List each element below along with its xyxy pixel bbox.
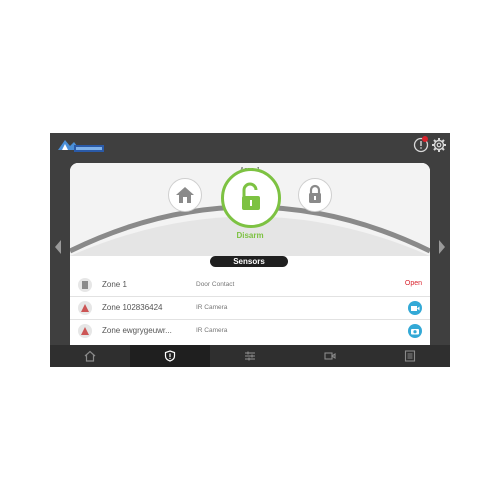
next-area-arrow[interactable] [438,238,446,256]
sensor-name: Zone 102836424 [102,303,163,312]
brand-logo-icon [58,140,104,152]
disarm-label: Disarm [236,231,264,240]
lock-icon [309,184,321,203]
arming-area: Area 1 Disarm [70,163,430,256]
camera-icon [411,329,419,335]
security-panel-app: Area 1 Disarm [50,133,450,369]
alert-badge [422,136,428,142]
list-icon [404,350,416,362]
tab-home[interactable] [50,345,130,367]
gear-icon[interactable] [431,137,447,153]
sensor-row[interactable]: Zone 1 Door Contact Open [70,274,430,297]
tab-controls[interactable] [210,345,290,367]
disarm-mode-button[interactable] [221,168,281,228]
ir-camera-icon [78,324,92,338]
home-icon [176,187,194,203]
video-camera-icon [411,306,420,311]
main-panel: Area 1 Disarm [70,163,430,369]
unlock-icon [242,182,260,210]
video-camera-button[interactable] [408,301,422,315]
sensor-type: IR Camera [196,304,228,311]
previous-area-arrow[interactable] [54,238,62,256]
sensor-name: Zone 1 [102,280,127,289]
ir-camera-icon [78,301,92,315]
camera-button[interactable] [408,324,422,338]
sensor-status: Open [404,280,422,287]
sensor-type: IR Camera [196,327,228,334]
home-mode-button[interactable] [168,178,202,212]
sensors-header: Sensors [210,256,288,267]
sensor-row[interactable]: Zone 102836424 IR Camera [70,297,430,320]
video-camera-icon [324,352,336,360]
sensor-type: Door Contact [196,281,235,288]
shield-icon [164,350,176,362]
tab-video[interactable] [290,345,370,367]
tab-security[interactable] [130,345,210,367]
bottom-nav [50,345,450,367]
sensor-row[interactable]: Zone ewgrygeuwr... IR Camera [70,320,430,342]
top-bar [50,133,450,157]
away-mode-button[interactable] [298,178,332,212]
sensor-name: Zone ewgrygeuwr... [102,326,172,335]
door-contact-icon [78,278,92,292]
tab-list[interactable] [370,345,450,367]
home-icon [84,350,96,362]
sliders-icon [245,351,255,361]
